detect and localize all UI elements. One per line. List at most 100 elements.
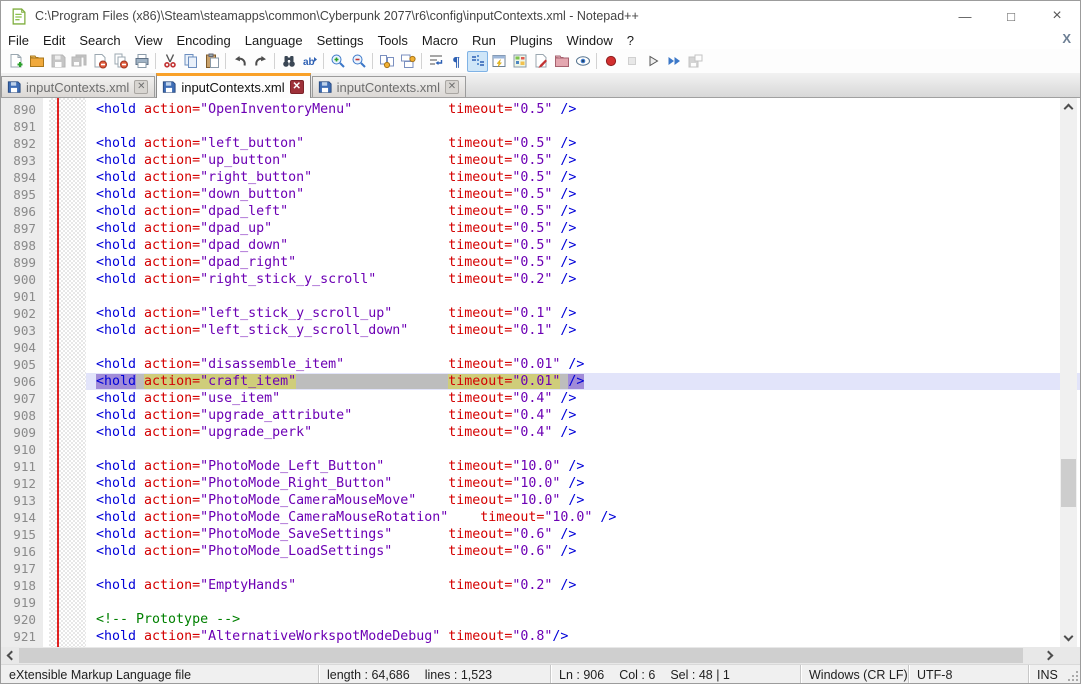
code-line-899: <hold action="dpad_right" timeout="0.5" … xyxy=(86,254,1080,271)
cut-button[interactable] xyxy=(159,51,180,72)
sync-vertical-scrolling-button[interactable] xyxy=(376,51,397,72)
tab-2-active[interactable]: inputContexts.xml✕ xyxy=(156,73,310,98)
code-line-912: <hold action="PhotoMode_Right_Button" ti… xyxy=(86,475,1080,492)
redo-icon xyxy=(253,53,269,69)
save-all-button[interactable] xyxy=(68,51,89,72)
folder-as-workspace-button[interactable] xyxy=(551,51,572,72)
status-text: eXtensible Markup Language file xyxy=(9,668,191,682)
line-number: 909 xyxy=(1,424,43,441)
minimize-button[interactable]: — xyxy=(942,1,988,31)
macro-save-button[interactable] xyxy=(684,51,705,72)
redo-button[interactable] xyxy=(250,51,271,72)
line-number: 914 xyxy=(1,509,43,526)
play-multi-icon xyxy=(666,53,682,69)
zoom-out-button[interactable] xyxy=(348,51,369,72)
resize-grip[interactable] xyxy=(1066,669,1078,681)
vertical-scrollbar-thumb[interactable] xyxy=(1061,459,1076,507)
menu-item-language[interactable]: Language xyxy=(238,32,310,49)
menu-item-search[interactable]: Search xyxy=(72,32,127,49)
zoom-in-button[interactable] xyxy=(327,51,348,72)
scroll-up-arrow[interactable] xyxy=(1060,98,1077,115)
close-button[interactable]: × xyxy=(1034,1,1080,31)
sync-horizontal-scrolling-button[interactable] xyxy=(397,51,418,72)
document-map-button[interactable] xyxy=(509,51,530,72)
menu-item-run[interactable]: Run xyxy=(465,32,503,49)
status-doctype: eXtensible Markup Language file xyxy=(1,665,319,684)
tab-close-icon[interactable]: ✕ xyxy=(445,80,459,94)
line-number: 900 xyxy=(1,271,43,288)
print-button[interactable] xyxy=(131,51,152,72)
indent-guide-icon xyxy=(470,53,486,69)
tab-3[interactable]: inputContexts.xml✕ xyxy=(312,76,466,97)
menu-item-settings[interactable]: Settings xyxy=(310,32,371,49)
status-encoding: UTF-8 xyxy=(909,665,1029,684)
tab-bar: inputContexts.xml✕inputContexts.xml✕inpu… xyxy=(1,73,1080,98)
macro-run-multiple-button[interactable] xyxy=(663,51,684,72)
code-line-921: <hold action="AlternativeWorkspotModeDeb… xyxy=(86,628,1080,645)
macro-play-button[interactable] xyxy=(642,51,663,72)
editor-pane[interactable]: 8908918928938948958968978988999009019029… xyxy=(1,98,1080,647)
line-number: 896 xyxy=(1,203,43,220)
macro-record-button[interactable] xyxy=(600,51,621,72)
maximize-button[interactable]: □ xyxy=(988,1,1034,31)
status-text: Sel : 48 | 1 xyxy=(670,668,730,682)
line-number: 899 xyxy=(1,254,43,271)
menu-item-view[interactable]: View xyxy=(128,32,170,49)
status-text: length : 64,686 xyxy=(327,668,410,682)
menu-item-macro[interactable]: Macro xyxy=(415,32,465,49)
menu-item-file[interactable]: File xyxy=(1,32,36,49)
new-file-button[interactable] xyxy=(5,51,26,72)
notepad-plus-plus-window: C:\Program Files (x86)\Steam\steamapps\c… xyxy=(0,0,1081,684)
svg-text:¶: ¶ xyxy=(452,55,460,69)
status-text: Windows (CR LF) xyxy=(809,668,908,682)
tab-1[interactable]: inputContexts.xml✕ xyxy=(1,76,155,97)
code-line-894: <hold action="right_button" timeout="0.5… xyxy=(86,169,1080,186)
toolbar: ab ¶ xyxy=(1,49,1080,73)
show-all-characters-button[interactable]: ¶ xyxy=(446,51,467,72)
copy-button[interactable] xyxy=(180,51,201,72)
replace-icon: ab xyxy=(302,53,318,69)
vertical-scrollbar[interactable] xyxy=(1060,98,1077,647)
close-file-button[interactable] xyxy=(89,51,110,72)
menu-item-window[interactable]: Window xyxy=(560,32,620,49)
close-document-x-button[interactable]: X xyxy=(1062,31,1071,46)
toolbar-separator xyxy=(155,53,156,69)
saved-file-icon xyxy=(7,80,21,94)
tab-close-icon[interactable]: ✕ xyxy=(290,80,304,94)
undo-button[interactable] xyxy=(229,51,250,72)
new-file-icon xyxy=(8,53,24,69)
code-line-908: <hold action="upgrade_attribute" timeout… xyxy=(86,407,1080,424)
find-button[interactable] xyxy=(278,51,299,72)
close-all-files-button[interactable] xyxy=(110,51,131,72)
paste-button[interactable] xyxy=(201,51,222,72)
code-line-904 xyxy=(86,339,1080,356)
tab-close-icon[interactable]: ✕ xyxy=(134,80,148,94)
macro-stop-button[interactable] xyxy=(621,51,642,72)
menu-item-tools[interactable]: Tools xyxy=(371,32,415,49)
code-area[interactable]: <hold action="OpenInventoryMenu" timeout… xyxy=(86,98,1080,647)
document-switcher-button[interactable] xyxy=(530,51,551,72)
monitoring-button[interactable] xyxy=(572,51,593,72)
save-button[interactable] xyxy=(47,51,68,72)
status-text: Col : 6 xyxy=(619,668,655,682)
open-file-button[interactable] xyxy=(26,51,47,72)
menu-item-encoding[interactable]: Encoding xyxy=(170,32,238,49)
show-indent-guide-button[interactable] xyxy=(467,51,488,72)
menu-item-plugins[interactable]: Plugins xyxy=(503,32,560,49)
status-text: INS xyxy=(1037,668,1058,682)
zoom-in-icon xyxy=(330,53,346,69)
code-line-909: <hold action="upgrade_perk" timeout="0.4… xyxy=(86,424,1080,441)
scroll-down-arrow[interactable] xyxy=(1060,630,1077,647)
word-wrap-button[interactable] xyxy=(425,51,446,72)
code-line-891 xyxy=(86,118,1080,135)
line-number: 907 xyxy=(1,390,43,407)
menu-item-edit[interactable]: Edit xyxy=(36,32,72,49)
line-number: 918 xyxy=(1,577,43,594)
code-line-907: <hold action="use_item" timeout="0.4" /> xyxy=(86,390,1080,407)
replace-button[interactable]: ab xyxy=(299,51,320,72)
menu-item-help[interactable]: ? xyxy=(620,32,641,49)
scroll-left-arrow[interactable] xyxy=(1,647,18,664)
horizontal-scrollbar[interactable] xyxy=(1,647,1059,664)
function-list-button[interactable] xyxy=(488,51,509,72)
horizontal-scrollbar-thumb[interactable] xyxy=(19,648,1023,663)
